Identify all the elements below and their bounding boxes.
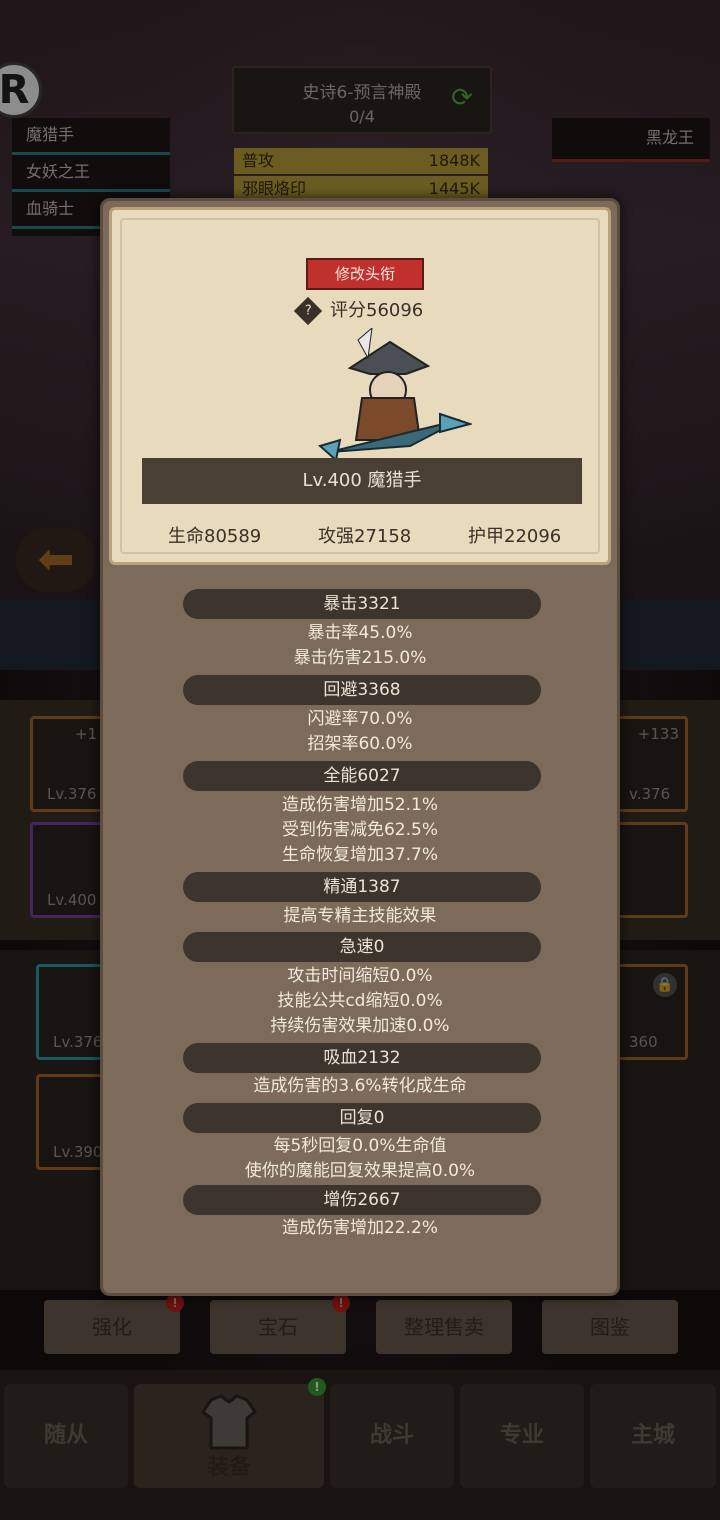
stat-line: 使你的魔能回复效果提高0.0% [244,1161,476,1181]
attr-hp: 生命80589 [168,526,262,547]
score: ? 评分56096 [293,296,424,326]
stat-header: 精通1387 [183,872,541,902]
stat-header: 回复0 [183,1103,541,1133]
stat-line: 提高专精主技能效果 [283,906,437,926]
help-icon[interactable]: ? [293,296,323,326]
stat-header: 增伤2667 [183,1185,541,1215]
stat-line: 持续伤害效果加速0.0% [270,1016,450,1036]
change-title-button[interactable]: 修改头衔 [306,258,424,290]
attr-attack: 攻强27158 [318,526,412,547]
stat-line: 生命恢复增加37.7% [281,845,438,865]
hero-stats-popup: 修改头衔 ? 评分56096 Lv.400 魔猎手 生命80589 攻强27158… [100,198,620,1296]
stat-line: 招架率60.0% [307,734,413,754]
hero-card: 修改头衔 ? 评分56096 Lv.400 魔猎手 生命80589 攻强27158… [109,207,611,565]
score-text: 评分56096 [330,300,424,321]
stat-line: 造成伤害增加22.2% [281,1218,438,1238]
stat-line: 暴击率45.0% [307,623,413,643]
attr-armor: 护甲22096 [468,526,562,547]
stat-line: 攻击时间缩短0.0% [287,966,433,986]
stat-header: 全能6027 [183,761,541,791]
stat-line: 造成伤害的3.6%转化成生命 [253,1076,467,1096]
stat-line: 每5秒回复0.0%生命值 [273,1136,447,1156]
stat-line: 受到伤害减免62.5% [281,820,438,840]
stat-line: 技能公共cd缩短0.0% [277,991,443,1011]
stat-header: 急速0 [183,932,541,962]
stat-line: 闪避率70.0% [307,709,413,729]
stat-line: 造成伤害增加52.1% [281,795,438,815]
hero-portrait [317,328,472,462]
stat-header: 回避3368 [183,675,541,705]
stat-header: 吸血2132 [183,1043,541,1073]
stat-line: 暴击伤害215.0% [293,648,427,668]
hero-name: Lv.400 魔猎手 [142,458,582,504]
hero-attributes: 生命80589 攻强27158 护甲22096 [112,514,608,554]
stat-header: 暴击3321 [183,589,541,619]
